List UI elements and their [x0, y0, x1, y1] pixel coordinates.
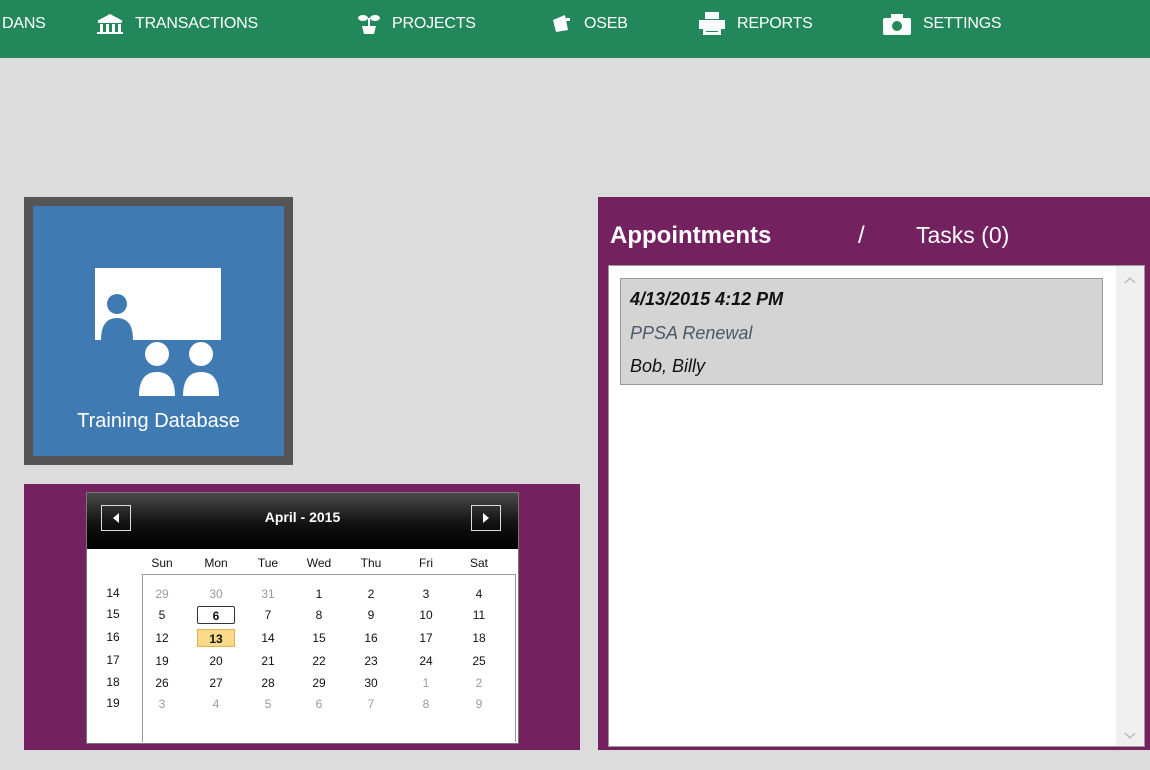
appointment-people: Bob, Billy [630, 356, 706, 376]
printer-icon [697, 11, 727, 37]
nav-item-projects[interactable]: PROJECTS [356, 0, 476, 48]
tab-appointments[interactable]: Appointments [610, 222, 771, 250]
calendar-day[interactable]: 23 [352, 652, 390, 670]
calendar-day[interactable]: 15 [300, 629, 338, 647]
calendar-day[interactable]: 2 [460, 674, 498, 692]
triangle-right-icon [483, 513, 489, 523]
calendar-day[interactable]: 9 [460, 695, 498, 713]
training-database-tile[interactable]: Training Database [33, 206, 284, 456]
nav-label: REPORTS [737, 15, 813, 32]
nav-label: DANS [2, 15, 46, 32]
calendar-day[interactable]: 20 [197, 652, 235, 670]
week-number: 19 [106, 696, 120, 710]
presentation-icon [95, 268, 221, 396]
calendar-header: April - 2015 [87, 493, 518, 549]
calendar-day[interactable]: 9 [352, 606, 390, 624]
calendar-day[interactable]: 29 [300, 674, 338, 692]
appointments-list: 4/13/2015 4:12 PM PPSA Renewal Bob, Bill… [608, 265, 1145, 747]
calendar-day[interactable]: 22 [300, 652, 338, 670]
day-of-week-header: Thu [360, 556, 382, 570]
calendar-day[interactable]: 4 [460, 585, 498, 603]
day-of-week-header: Fri [419, 556, 433, 570]
calendar-day[interactable]: 14 [249, 629, 287, 647]
calendar-day[interactable]: 3 [407, 585, 445, 603]
calendar-day[interactable]: 17 [407, 629, 445, 647]
week-number: 18 [106, 675, 120, 689]
megaphone-icon [550, 12, 574, 36]
calendar-day[interactable]: 19 [143, 652, 181, 670]
tab-separator: / [858, 222, 865, 249]
next-month-button[interactable] [471, 505, 501, 531]
week-number: 17 [106, 653, 120, 667]
day-of-week-header: Sun [151, 556, 173, 570]
nav-label: SETTINGS [923, 15, 1002, 32]
appointment-subject: PPSA Renewal [630, 323, 753, 343]
calendar-day[interactable]: 30 [197, 585, 235, 603]
nav-item-dans[interactable]: DANS [2, 0, 46, 48]
nav-label: TRANSACTIONS [135, 15, 258, 32]
nav-item-reports[interactable]: REPORTS [697, 0, 813, 48]
calendar-title: April - 2015 [264, 509, 341, 525]
calendar-day[interactable]: 7 [352, 695, 390, 713]
calendar-day[interactable]: 29 [143, 585, 181, 603]
calendar-day[interactable]: 2 [352, 585, 390, 603]
calendar-day[interactable]: 30 [352, 674, 390, 692]
camera-icon [881, 12, 913, 36]
calendar-day[interactable]: 27 [197, 674, 235, 692]
week-number: 16 [106, 630, 120, 644]
calendar-day[interactable]: 7 [249, 606, 287, 624]
tab-tasks[interactable]: Tasks (0) [916, 222, 1009, 249]
calendar-day[interactable]: 10 [407, 606, 445, 624]
top-nav-bar: DANS TRANSACTIONS PROJECTS OSEB REPORTS … [0, 0, 1150, 58]
day-of-week-header: Mon [204, 556, 228, 570]
scroll-down-icon[interactable] [1124, 732, 1136, 740]
calendar-day[interactable]: 25 [460, 652, 498, 670]
calendar-day[interactable]: 24 [407, 652, 445, 670]
calendar-day[interactable]: 31 [249, 585, 287, 603]
calendar-day[interactable]: 5 [249, 695, 287, 713]
calendar-day[interactable]: 8 [300, 606, 338, 624]
calendar-day[interactable]: 1 [407, 674, 445, 692]
plant-icon [356, 12, 382, 36]
week-number: 14 [106, 586, 120, 600]
calendar-day[interactable]: 1 [300, 585, 338, 603]
day-of-week-header: Sat [469, 556, 488, 570]
calendar-day[interactable]: 6 [197, 606, 235, 624]
nav-item-oseb[interactable]: OSEB [550, 0, 628, 48]
calendar-day[interactable]: 12 [143, 629, 181, 647]
nav-item-transactions[interactable]: TRANSACTIONS [95, 0, 258, 48]
week-number: 15 [106, 607, 120, 621]
calendar-day[interactable]: 16 [352, 629, 390, 647]
vertical-scrollbar[interactable] [1116, 266, 1144, 746]
calendar-day[interactable]: 21 [249, 652, 287, 670]
calendar-day[interactable]: 18 [460, 629, 498, 647]
calendar: April - 2015 Sun Mon Tue Wed Thu Fri Sat 14 15 1… [86, 492, 519, 744]
tile-label: Training Database [77, 410, 240, 432]
day-of-week-header: Wed [306, 556, 332, 570]
calendar-day[interactable]: 8 [407, 695, 445, 713]
nav-item-settings[interactable]: SETTINGS [881, 0, 1002, 48]
appointment-item[interactable]: 4/13/2015 4:12 PM PPSA Renewal Bob, Bill… [620, 278, 1103, 385]
calendar-day[interactable]: 11 [460, 606, 498, 624]
nav-label: PROJECTS [392, 15, 476, 32]
calendar-day[interactable]: 6 [300, 695, 338, 713]
day-of-week-header: Tue [257, 556, 279, 570]
calendar-day[interactable]: 4 [197, 695, 235, 713]
appointment-datetime: 4/13/2015 4:12 PM [630, 289, 784, 309]
calendar-day[interactable]: 26 [143, 674, 181, 692]
calendar-day[interactable]: 3 [143, 695, 181, 713]
calendar-day[interactable]: 13 [197, 629, 235, 647]
calendar-day[interactable]: 28 [249, 674, 287, 692]
scroll-up-icon[interactable] [1124, 276, 1136, 284]
nav-label: OSEB [584, 15, 628, 32]
bank-icon [95, 12, 125, 36]
calendar-day[interactable]: 5 [143, 606, 181, 624]
